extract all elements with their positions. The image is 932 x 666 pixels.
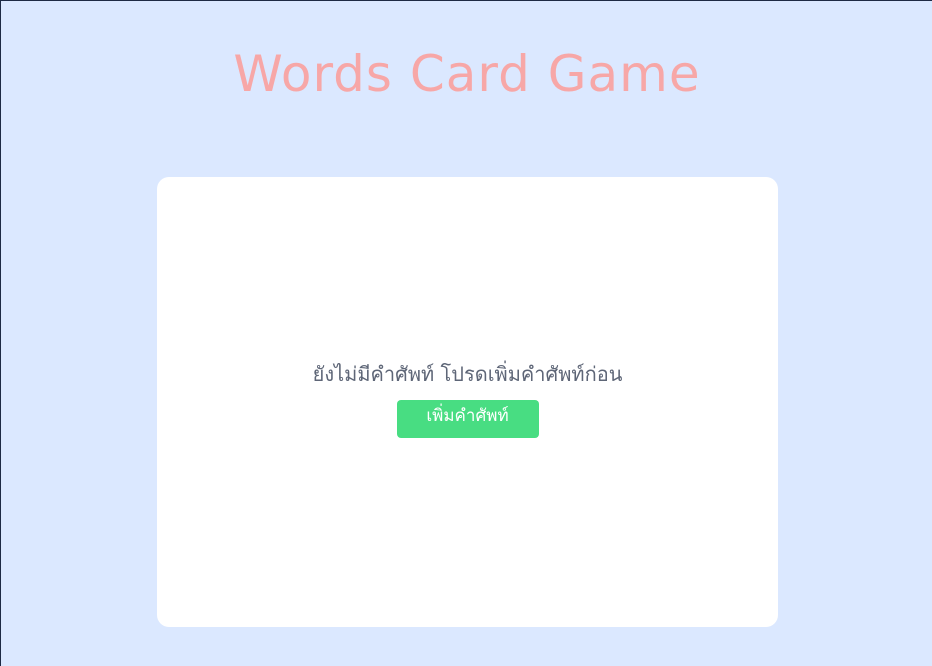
page-title: Words Card Game [233,45,701,103]
add-word-button[interactable]: เพิ่มคำศัพท์ [396,400,539,438]
empty-state-message: ยังไม่มีคำศัพท์ โปรดเพิ่มคำศัพท์ก่อน [312,362,623,386]
word-card-panel: ยังไม่มีคำศัพท์ โปรดเพิ่มคำศัพท์ก่อน เพิ… [157,177,778,627]
